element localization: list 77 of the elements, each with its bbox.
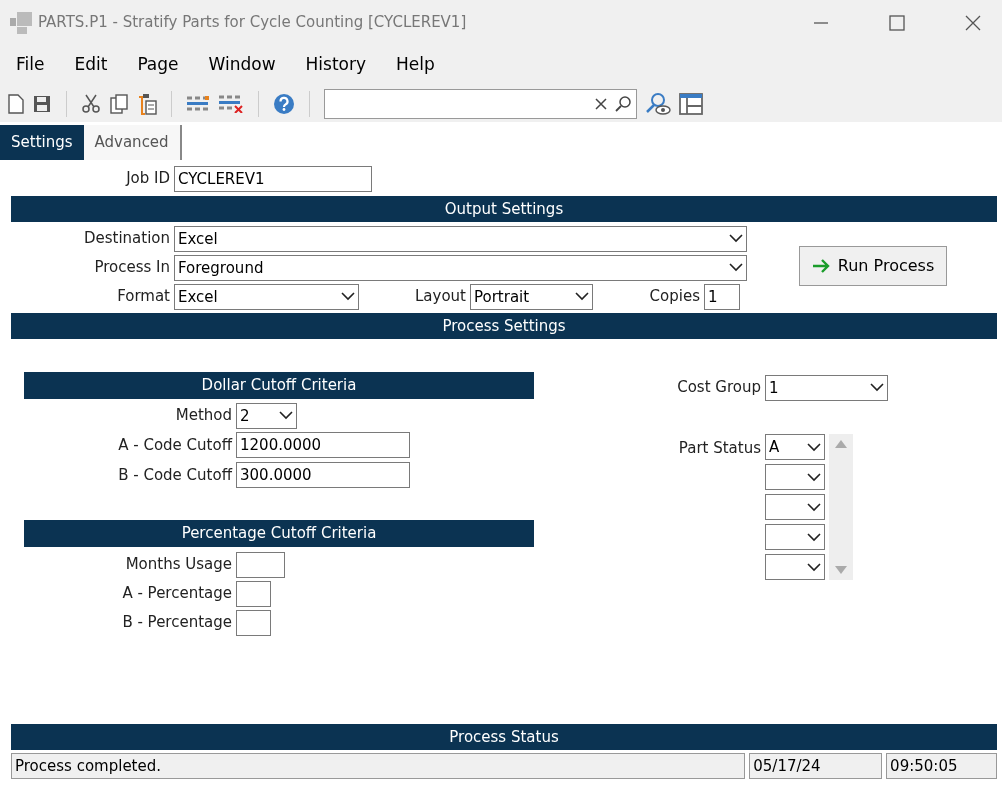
menu-item[interactable]: Help [396,52,435,78]
section-header: Dollar Cutoff Criteria [24,372,534,399]
copy-icon[interactable] [109,93,129,114]
field-label: Destination [82,228,171,250]
menu-item[interactable]: File [16,52,45,78]
section-header: Percentage Cutoff Criteria [24,520,534,547]
dropdown[interactable]: Excel [174,283,359,310]
menu-item[interactable]: Page [137,52,179,78]
tab[interactable]: Advanced [83,125,182,160]
paste-icon[interactable] [137,92,157,115]
window-title: PARTS.P1 - Stratify Parts for Cycle Counting [CYCLEREV1] [38,12,467,34]
chevron-down-icon [807,532,821,542]
close-icon[interactable] [964,13,982,32]
maximize-icon[interactable] [888,13,906,32]
field-label: Cost Group [676,377,762,399]
chevron-down-icon [807,502,821,512]
menu-item[interactable]: History [305,52,367,78]
delete-row-icon[interactable] [218,94,244,113]
field-label: Months Usage [124,554,233,576]
chevron-down-icon [870,383,884,392]
search-icon[interactable] [615,95,631,112]
help-icon[interactable] [273,92,295,115]
run-process-button[interactable]: Run Process [799,246,947,286]
find-view-icon[interactable] [645,91,671,116]
field-label: Job ID [124,168,171,190]
chevron-down-icon [807,442,821,452]
field-label: Process In [93,257,171,279]
menu-item[interactable]: Edit [74,52,108,78]
status-message: Process completed. [11,753,746,779]
input-field[interactable] [236,609,271,636]
scissors-icon[interactable] [81,93,101,114]
field-label: A - Percentage [121,583,233,605]
arrow-icon [811,259,830,273]
section-header: Process Status [11,724,997,750]
input-field[interactable]: 1 [704,283,740,310]
chevron-down-icon [807,562,821,572]
chevron-down-icon [279,411,293,420]
input-field[interactable]: CYCLEREV1 [174,165,372,192]
tab[interactable]: Settings [0,125,84,160]
field-label: Copies [648,286,701,308]
save-icon[interactable] [32,93,52,114]
status-time: 09:50:05 [886,753,997,779]
dropdown[interactable]: A [765,434,825,460]
layout-icon[interactable] [679,92,703,115]
dropdown[interactable] [765,464,825,490]
field-label: B - Code Cutoff [117,464,234,486]
chevron-down-icon [729,263,743,272]
dropdown[interactable]: Foreground [174,254,747,281]
field-label: Format [116,286,171,308]
chevron-down-icon [575,292,589,301]
clear-icon[interactable] [595,97,607,110]
menu-item[interactable]: Window [208,52,276,78]
search-field[interactable] [324,88,637,119]
field-label: Layout [414,286,467,308]
dropdown[interactable] [765,524,825,550]
dropdown[interactable]: Excel [174,225,747,252]
insert-row-icon[interactable] [186,95,210,112]
status-date: 05/17/24 [749,753,883,779]
new-file-icon[interactable] [8,93,24,114]
input-field[interactable] [236,580,271,607]
section-header: Process Settings [11,313,997,339]
field-label: A - Code Cutoff [117,434,234,456]
input-field[interactable]: 300.0000 [236,462,410,488]
dropdown[interactable] [765,494,825,520]
chevron-down-icon [729,234,743,243]
dropdown[interactable] [765,554,825,580]
field-label: B - Percentage [121,612,233,634]
dropdown[interactable]: 1 [765,374,888,401]
field-label: Part Status [677,438,762,459]
input-field[interactable]: 1200.0000 [236,432,410,458]
dropdown[interactable]: Portrait [470,283,593,310]
input-field[interactable] [236,551,285,578]
dropdown[interactable]: 2 [236,402,297,429]
chevron-down-icon [341,292,355,301]
chevron-down-icon [807,472,821,482]
field-label: Method [174,405,233,427]
section-header: Output Settings [11,196,997,222]
